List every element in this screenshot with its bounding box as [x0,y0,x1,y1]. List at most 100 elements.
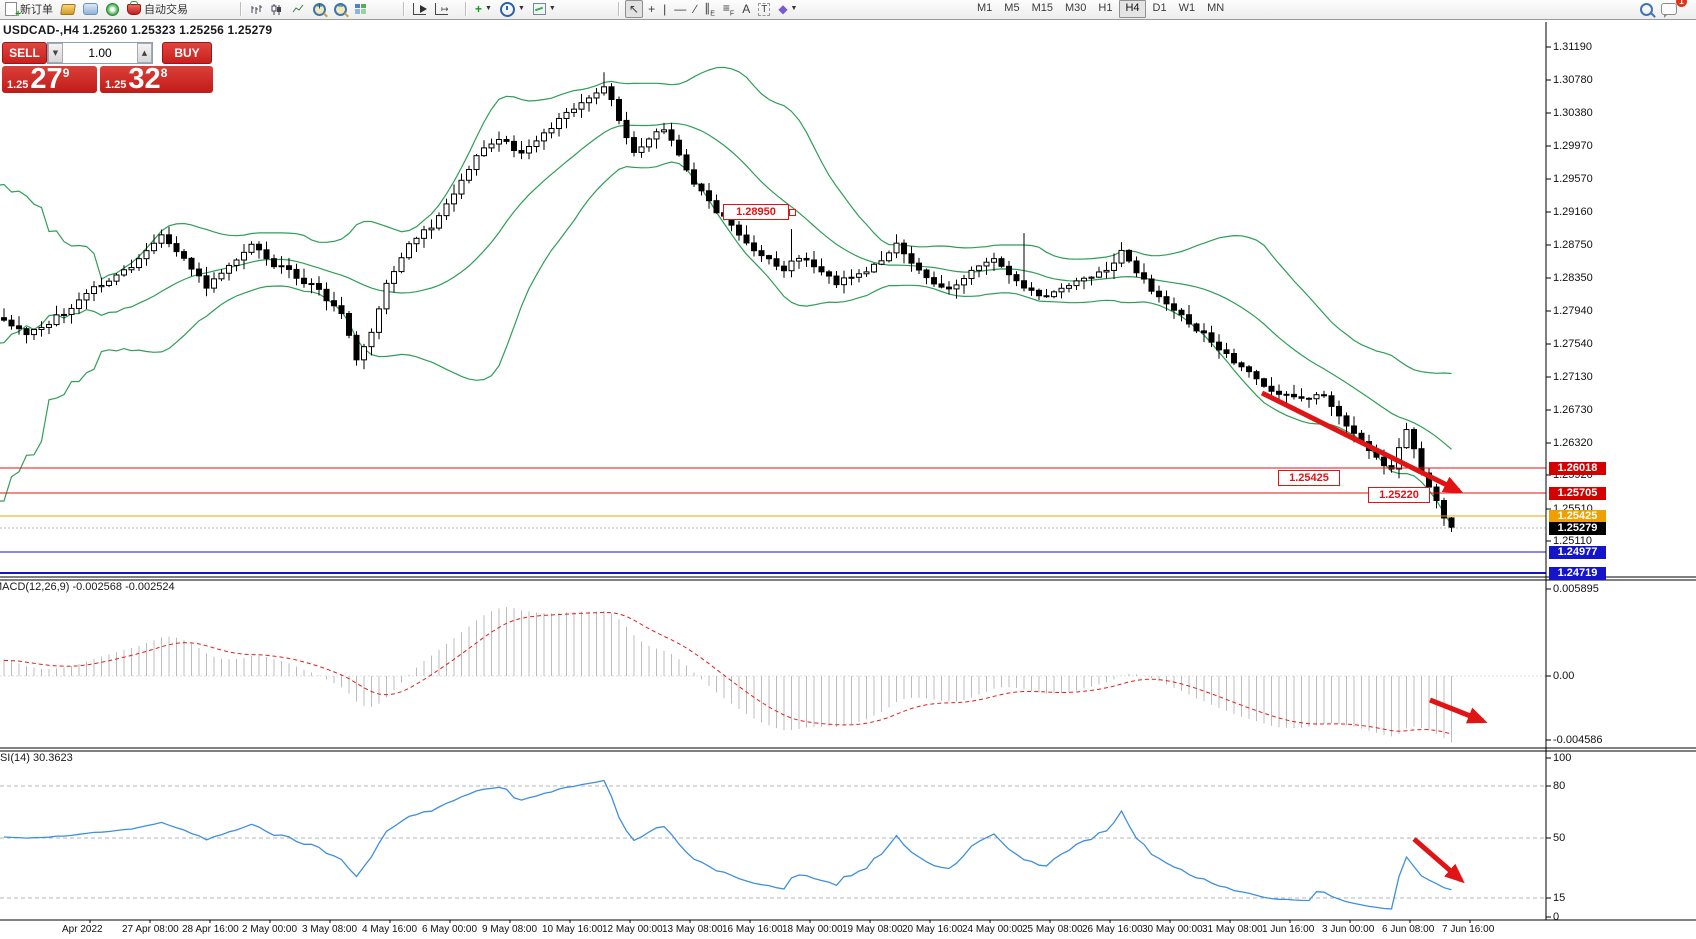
candlestick [24,329,29,335]
candlestick [9,320,14,326]
candlestick [392,272,397,284]
candlestick [1329,396,1334,407]
candlestick [242,252,247,260]
candlestick [1044,296,1049,297]
time-axis-label: 12 May 00:00 [602,924,663,935]
candlestick [122,270,127,275]
candlestick [1052,292,1057,297]
buy-price-big: 32 [128,66,160,92]
candlestick [1194,324,1199,331]
candlestick [159,235,164,243]
candlestick [1262,379,1267,387]
price-axis-tick: 1.27940 [1553,305,1593,317]
trend-arrow[interactable] [1414,839,1461,880]
sell-button[interactable]: SELL [2,42,47,64]
candlestick [1404,430,1409,448]
candlestick [309,284,314,285]
time-axis-label: 7 Jun 16:00 [1442,924,1494,935]
rsi-axis-tick: 0 [1553,911,1559,923]
candlestick [377,309,382,332]
candlestick [617,99,622,120]
time-axis-label: 30 May 00:00 [1142,924,1203,935]
rsi-line [4,781,1452,909]
candlestick [489,144,494,148]
candlestick [264,250,269,259]
price-annotation-box[interactable]: 1.28950 [723,204,789,220]
time-axis-label: 18 May 00:00 [782,924,843,935]
volume-input[interactable] [63,43,137,63]
candlestick [1217,342,1222,350]
price-annotation-box[interactable]: 1.25220 [1368,487,1430,503]
candlestick [384,283,389,309]
candlestick [572,109,577,112]
rsi-axis-tick: 80 [1553,780,1565,792]
candlestick [1202,331,1207,333]
candlestick [272,259,277,267]
candlestick [47,325,52,328]
candlestick [1254,372,1259,379]
time-axis-label: 31 May 08:00 [1202,924,1263,935]
candlestick [1442,501,1447,518]
candlestick [1314,395,1319,399]
candlestick [99,285,104,286]
candlestick [1449,518,1454,528]
candlestick [834,276,839,285]
candlestick [1337,406,1342,415]
candlestick [414,238,419,243]
price-axis-tick: 1.28350 [1553,272,1593,284]
candlestick [137,259,142,268]
candlestick [1007,266,1012,274]
candlestick [1322,395,1327,396]
candlestick [872,264,877,272]
time-axis-label: 13 May 08:00 [662,924,723,935]
chart-title: USDCAD-,H4 1.25260 1.25323 1.25256 1.252… [3,23,272,37]
candlestick [324,289,329,300]
candlestick [504,140,509,142]
bollinger-band [0,67,1452,373]
volume-decrease-button[interactable]: ▼ [48,43,63,63]
candlestick [812,260,817,267]
candlestick [1292,394,1297,396]
candlestick [92,287,97,294]
candlestick [947,287,952,289]
candlestick [549,129,554,133]
volume-box: ▼ ▲ [47,42,153,64]
candlestick [512,141,517,150]
candlestick [864,272,869,274]
candlestick [429,228,434,230]
time-axis-label: 16 May 16:00 [722,924,783,935]
candlestick [1247,367,1252,372]
candlestick [437,216,442,228]
candlestick [602,87,607,93]
buy-price-sup: 8 [161,67,168,79]
candlestick [902,243,907,254]
candlestick [2,318,7,320]
candlestick [39,327,44,329]
buy-button[interactable]: BUY [162,42,212,64]
chart-canvas[interactable] [0,0,1696,939]
candlestick [1119,250,1124,263]
candlestick [1149,279,1154,291]
candlestick [954,285,959,289]
candlestick [939,284,944,287]
price-level-badge: 1.24977 [1549,546,1606,559]
candlestick [737,225,742,235]
candlestick [182,252,187,259]
price-annotation-box[interactable]: 1.25425 [1278,470,1340,486]
annotation-anchor-square [789,209,796,216]
candlestick [609,87,614,100]
candlestick [347,314,352,336]
candlestick [857,274,862,277]
time-axis-label: 3 May 08:00 [302,924,357,935]
macd-axis-tick: 0.005895 [1553,583,1599,595]
volume-increase-button[interactable]: ▲ [137,43,152,63]
buy-price-prefix: 1.25 [105,78,126,92]
price-level-badge: 1.25279 [1549,522,1606,535]
buy-price[interactable]: 1.25 32 8 [100,66,213,93]
candlestick [962,279,967,285]
candlestick [647,139,652,147]
time-axis-label: 2 May 00:00 [242,924,297,935]
trend-arrow[interactable] [1430,700,1483,721]
sell-price[interactable]: 1.25 27 9 [2,66,97,93]
candlestick [977,266,982,270]
